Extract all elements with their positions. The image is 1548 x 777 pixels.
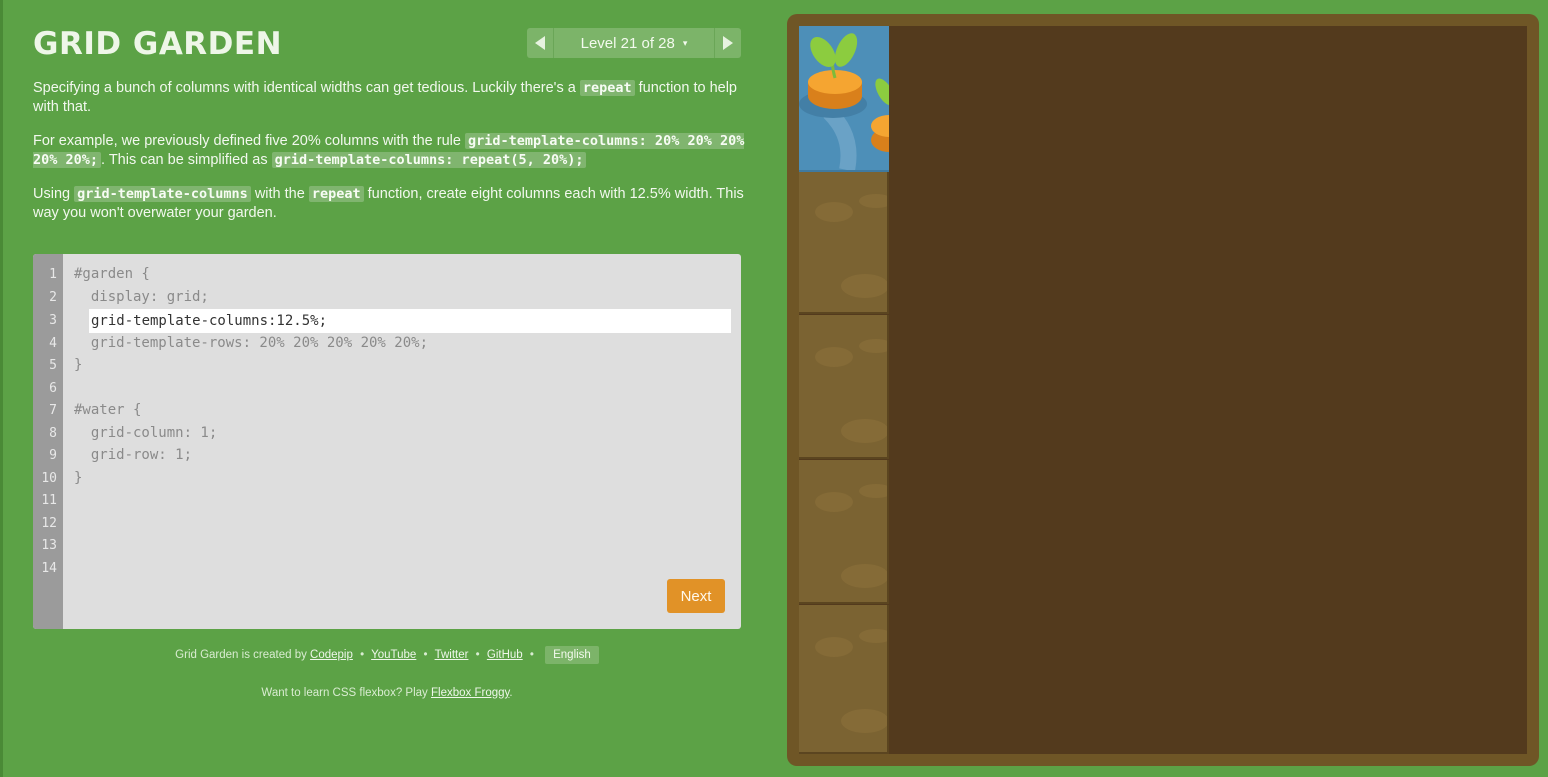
code-snippet: grid-template-columns <box>74 186 251 202</box>
level-label: Level 21 of 28 <box>580 34 675 52</box>
instruction-text: with the <box>254 186 305 202</box>
water-tile <box>799 26 889 172</box>
garden-plot <box>799 460 889 604</box>
code-editor: 1 2 3 4 5 6 7 8 9 10 11 12 13 14 #garden… <box>33 254 741 629</box>
css-answer-input[interactable] <box>89 309 731 333</box>
pebble <box>841 274 887 298</box>
line-number: 14 <box>41 561 57 576</box>
code-line-5: } <box>74 357 83 373</box>
line-number: 3 <box>49 313 57 328</box>
youtube-link[interactable]: YouTube <box>371 649 416 661</box>
instruction-paragraph-3: Using grid-template-columns with the rep… <box>33 185 745 223</box>
pebble <box>859 629 887 643</box>
bullet-separator: • <box>475 649 480 661</box>
pebble <box>815 492 853 512</box>
pebble <box>841 419 887 443</box>
level-navigator: Level 21 of 28 ▾ <box>527 28 741 58</box>
line-number: 12 <box>41 516 57 531</box>
bullet-separator: • <box>360 649 365 661</box>
line-number: 4 <box>49 336 57 351</box>
level-indicator-dropdown[interactable]: Level 21 of 28 ▾ <box>554 28 714 58</box>
instruction-text: Specifying a bunch of columns with ident… <box>33 80 576 96</box>
flexbox-froggy-promo: Want to learn CSS flexbox? Play Flexbox … <box>33 687 741 699</box>
next-level-button[interactable] <box>714 28 741 58</box>
instruction-text: For example, we previously defined five … <box>33 133 461 149</box>
code-line-8: grid-column: 1; <box>74 425 218 441</box>
previous-level-button[interactable] <box>527 28 554 58</box>
bullet-separator: • <box>423 649 428 661</box>
arrow-left-icon <box>535 36 545 50</box>
garden-plot <box>799 605 889 754</box>
credits: Grid Garden is created by Codepip • YouT… <box>33 646 741 664</box>
caret-down-icon: ▾ <box>682 37 688 48</box>
line-number: 13 <box>41 538 57 553</box>
pebble <box>841 564 887 588</box>
code-line-10: } <box>74 470 83 486</box>
left-border-strip <box>0 0 3 777</box>
garden-plot <box>799 170 889 314</box>
codepip-link[interactable]: Codepip <box>310 649 353 661</box>
garden-board-frame <box>787 14 1539 766</box>
game-title: GRID GARDEN <box>33 26 283 62</box>
code-line-7: #water { <box>74 402 142 418</box>
pebble <box>859 194 887 208</box>
instruction-text: Using <box>33 186 71 202</box>
line-number: 11 <box>41 493 57 508</box>
language-selector[interactable]: English <box>545 646 599 664</box>
garden-board <box>799 26 1527 754</box>
code-snippet: repeat <box>308 186 364 202</box>
code-line-1: #garden { <box>74 266 150 282</box>
instructions: Specifying a bunch of columns with ident… <box>33 79 745 238</box>
pebble <box>815 202 853 222</box>
line-number: 8 <box>49 426 57 441</box>
pebble <box>815 637 853 657</box>
line-number-gutter: 1 2 3 4 5 6 7 8 9 10 11 12 13 14 <box>33 254 63 629</box>
instruction-text: . This can be simplified as <box>101 152 268 168</box>
pebble <box>815 347 853 367</box>
line-number: 6 <box>49 381 57 396</box>
arrow-right-icon <box>723 36 733 50</box>
grid-garden-page: GRID GARDEN Level 21 of 28 ▾ Specifying … <box>0 0 1548 777</box>
code-line-9: grid-row: 1; <box>74 447 193 463</box>
promo-text: Want to learn CSS flexbox? Play <box>261 687 428 699</box>
bullet-separator: • <box>529 649 534 661</box>
pebble <box>841 709 887 733</box>
code-snippet: grid-template-columns: repeat(5, 20%); <box>271 152 587 168</box>
instruction-paragraph-2: For example, we previously defined five … <box>33 132 745 170</box>
sidebar: GRID GARDEN Level 21 of 28 ▾ Specifying … <box>0 0 770 777</box>
line-number: 1 <box>49 267 57 282</box>
line-number: 2 <box>49 290 57 305</box>
promo-period: . <box>509 687 513 699</box>
line-number: 5 <box>49 358 57 373</box>
line-number: 9 <box>49 448 57 463</box>
garden-plot <box>799 315 889 459</box>
line-number: 10 <box>41 471 57 486</box>
line-number: 7 <box>49 403 57 418</box>
credits-text: Grid Garden is created by <box>175 649 307 661</box>
flexbox-froggy-link[interactable]: Flexbox Froggy <box>431 687 509 699</box>
pebble <box>859 339 887 353</box>
code-line-4: grid-template-rows: 20% 20% 20% 20% 20%; <box>74 335 429 351</box>
code-snippet: repeat <box>579 80 635 96</box>
pebble <box>859 484 887 498</box>
github-link[interactable]: GitHub <box>487 649 523 661</box>
carrot-sprouts-icon <box>799 33 889 170</box>
instruction-paragraph-1: Specifying a bunch of columns with ident… <box>33 79 745 117</box>
code-line-2: display: grid; <box>74 289 209 305</box>
twitter-link[interactable]: Twitter <box>435 649 469 661</box>
next-button[interactable]: Next <box>667 579 725 613</box>
